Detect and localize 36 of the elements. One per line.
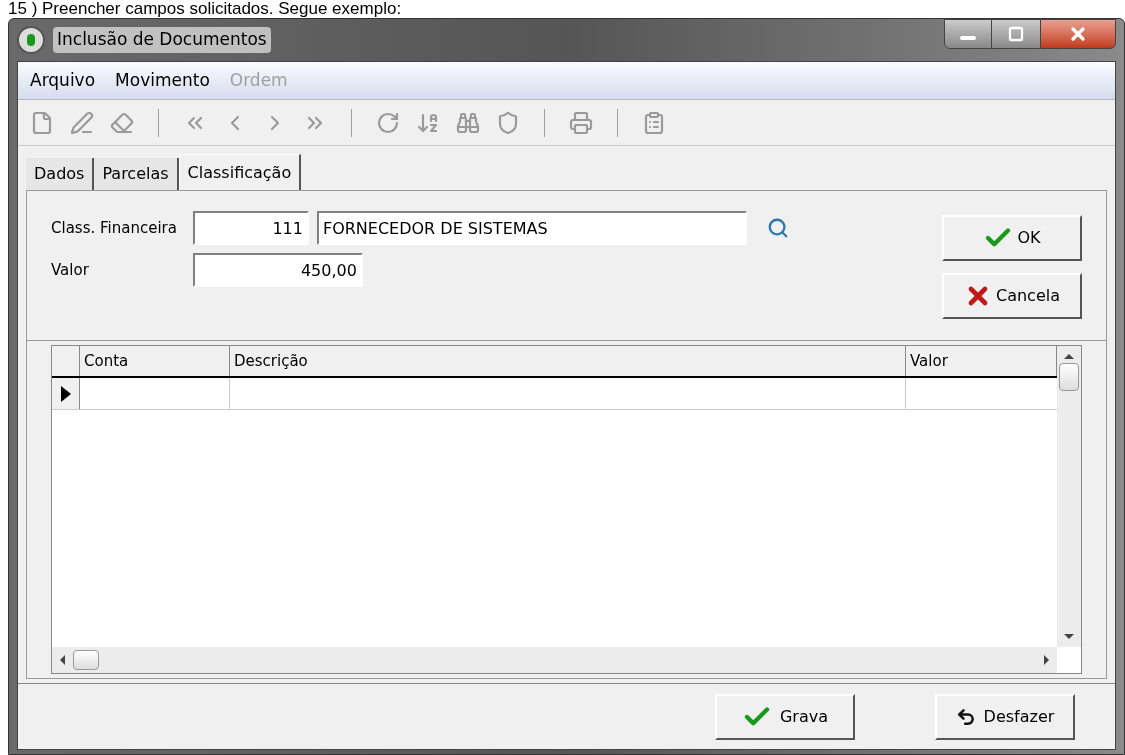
column-header[interactable]: Conta (80, 346, 230, 376)
description-field[interactable]: FORNECEDOR DE SISTEMAS (316, 211, 747, 245)
menu-item[interactable]: Arquivo (30, 67, 96, 94)
search-icon[interactable] (766, 217, 789, 239)
field-label: Valor (51, 259, 90, 281)
action-button[interactable]: Desfazer (935, 693, 1075, 740)
binoculars-icon[interactable] (456, 110, 480, 135)
undo-icon (955, 706, 976, 727)
tab[interactable]: Parcelas (94, 158, 179, 190)
tab[interactable]: Dados (26, 158, 95, 190)
printer-icon[interactable] (569, 110, 593, 135)
close-button[interactable] (1040, 19, 1116, 49)
maximize-icon (1008, 26, 1024, 42)
action-button[interactable]: OK (942, 215, 1082, 261)
caption: 15 ) Preencher campos solicitados. Segue exemplo: (7, 0, 403, 18)
window-title: Inclusão de Documentos (53, 27, 271, 53)
action-button[interactable]: Cancela (942, 273, 1082, 319)
menu-item[interactable]: Movimento (115, 67, 210, 94)
pen-icon[interactable] (70, 110, 94, 135)
tab[interactable]: Classificação (178, 154, 302, 190)
properties-icon[interactable] (642, 110, 666, 135)
field-label: Class. Financeira (51, 217, 177, 239)
refresh-icon[interactable] (376, 110, 400, 135)
eraser-icon[interactable] (110, 110, 134, 135)
minimize-button[interactable] (944, 19, 992, 49)
value-field[interactable]: 450,00 (192, 253, 363, 287)
code-field[interactable]: 111 (192, 211, 309, 245)
minimize-icon (960, 36, 976, 40)
action-button[interactable]: Grava (715, 693, 855, 740)
maximize-button[interactable] (992, 19, 1040, 49)
new-document-icon[interactable] (30, 110, 54, 135)
horizontal-scrollbar[interactable] (52, 647, 1057, 673)
vertical-scrollbar[interactable] (1057, 346, 1081, 647)
shield-icon[interactable] (496, 110, 520, 135)
close-icon (1068, 24, 1088, 44)
column-header[interactable]: Descrição (230, 346, 906, 376)
